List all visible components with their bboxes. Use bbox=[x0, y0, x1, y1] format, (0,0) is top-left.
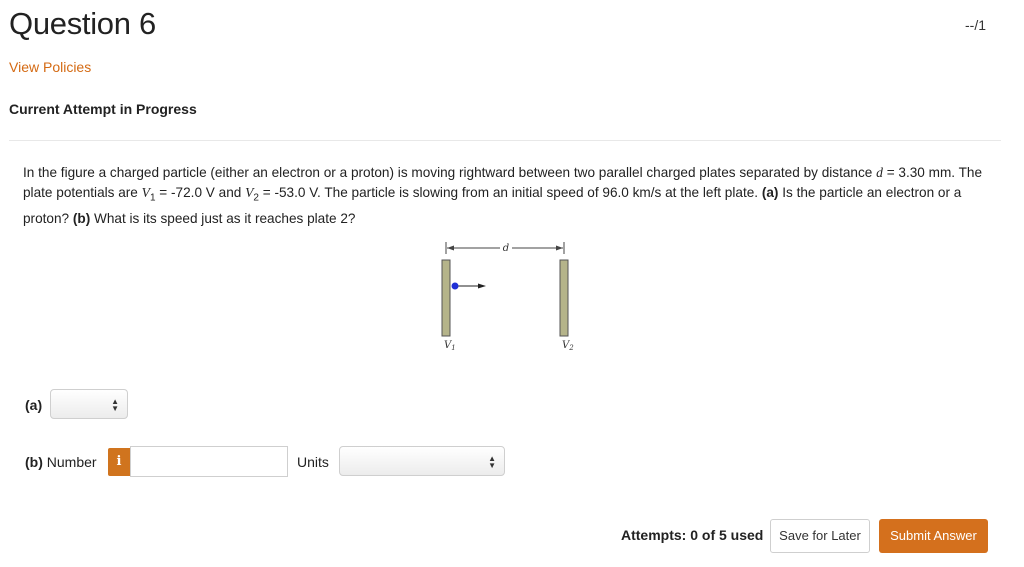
select-arrows-icon: ▲ ▼ bbox=[111, 397, 119, 413]
question-segment: What is its speed just as it reaches pla… bbox=[90, 210, 356, 226]
plate-2-label: V2 bbox=[562, 340, 574, 352]
divider bbox=[9, 140, 1001, 141]
page-title: Question 6 bbox=[9, 6, 156, 41]
part-b-tag: (b) bbox=[72, 210, 91, 226]
number-input[interactable] bbox=[130, 446, 288, 477]
attempts-counter: Attempts: 0 of 5 used bbox=[621, 527, 764, 543]
plate-2 bbox=[559, 259, 569, 337]
units-label: Units bbox=[297, 454, 329, 470]
units-select[interactable]: ▲ ▼ bbox=[339, 446, 505, 476]
charged-particle bbox=[451, 282, 459, 290]
question-segment: In the figure a charged particle (either… bbox=[23, 165, 877, 180]
plate-1-label: V1 bbox=[444, 340, 456, 352]
distance-symbol: d bbox=[876, 165, 883, 180]
distance-label: d bbox=[503, 243, 509, 254]
info-icon[interactable]: i bbox=[108, 448, 130, 476]
part-a-tag: (a) bbox=[761, 185, 779, 200]
view-policies-link[interactable]: View Policies bbox=[9, 59, 91, 75]
parallel-plates-figure: d V1 V2 bbox=[441, 242, 574, 352]
save-for-later-button[interactable]: Save for Later bbox=[770, 519, 870, 553]
part-a-select[interactable]: ▲ ▼ bbox=[50, 389, 128, 419]
submit-answer-button[interactable]: Submit Answer bbox=[879, 519, 988, 553]
plate-1 bbox=[441, 259, 451, 337]
velocity-arrowhead bbox=[478, 283, 486, 289]
score-display: --/1 bbox=[965, 17, 986, 33]
question-segment: = -72.0 V and bbox=[155, 185, 246, 200]
question-segment: = -53.0 V. The particle is slowing from … bbox=[258, 185, 762, 200]
potential-symbol: V bbox=[141, 185, 150, 200]
distance-dimension: d bbox=[445, 242, 565, 254]
select-arrows-icon: ▲ ▼ bbox=[488, 454, 496, 470]
part-b-label: (b) Number bbox=[25, 454, 97, 470]
part-a-label: (a) bbox=[25, 397, 43, 413]
attempt-status: Current Attempt in Progress bbox=[9, 101, 197, 117]
question-text: In the figure a charged particle (either… bbox=[23, 163, 993, 229]
